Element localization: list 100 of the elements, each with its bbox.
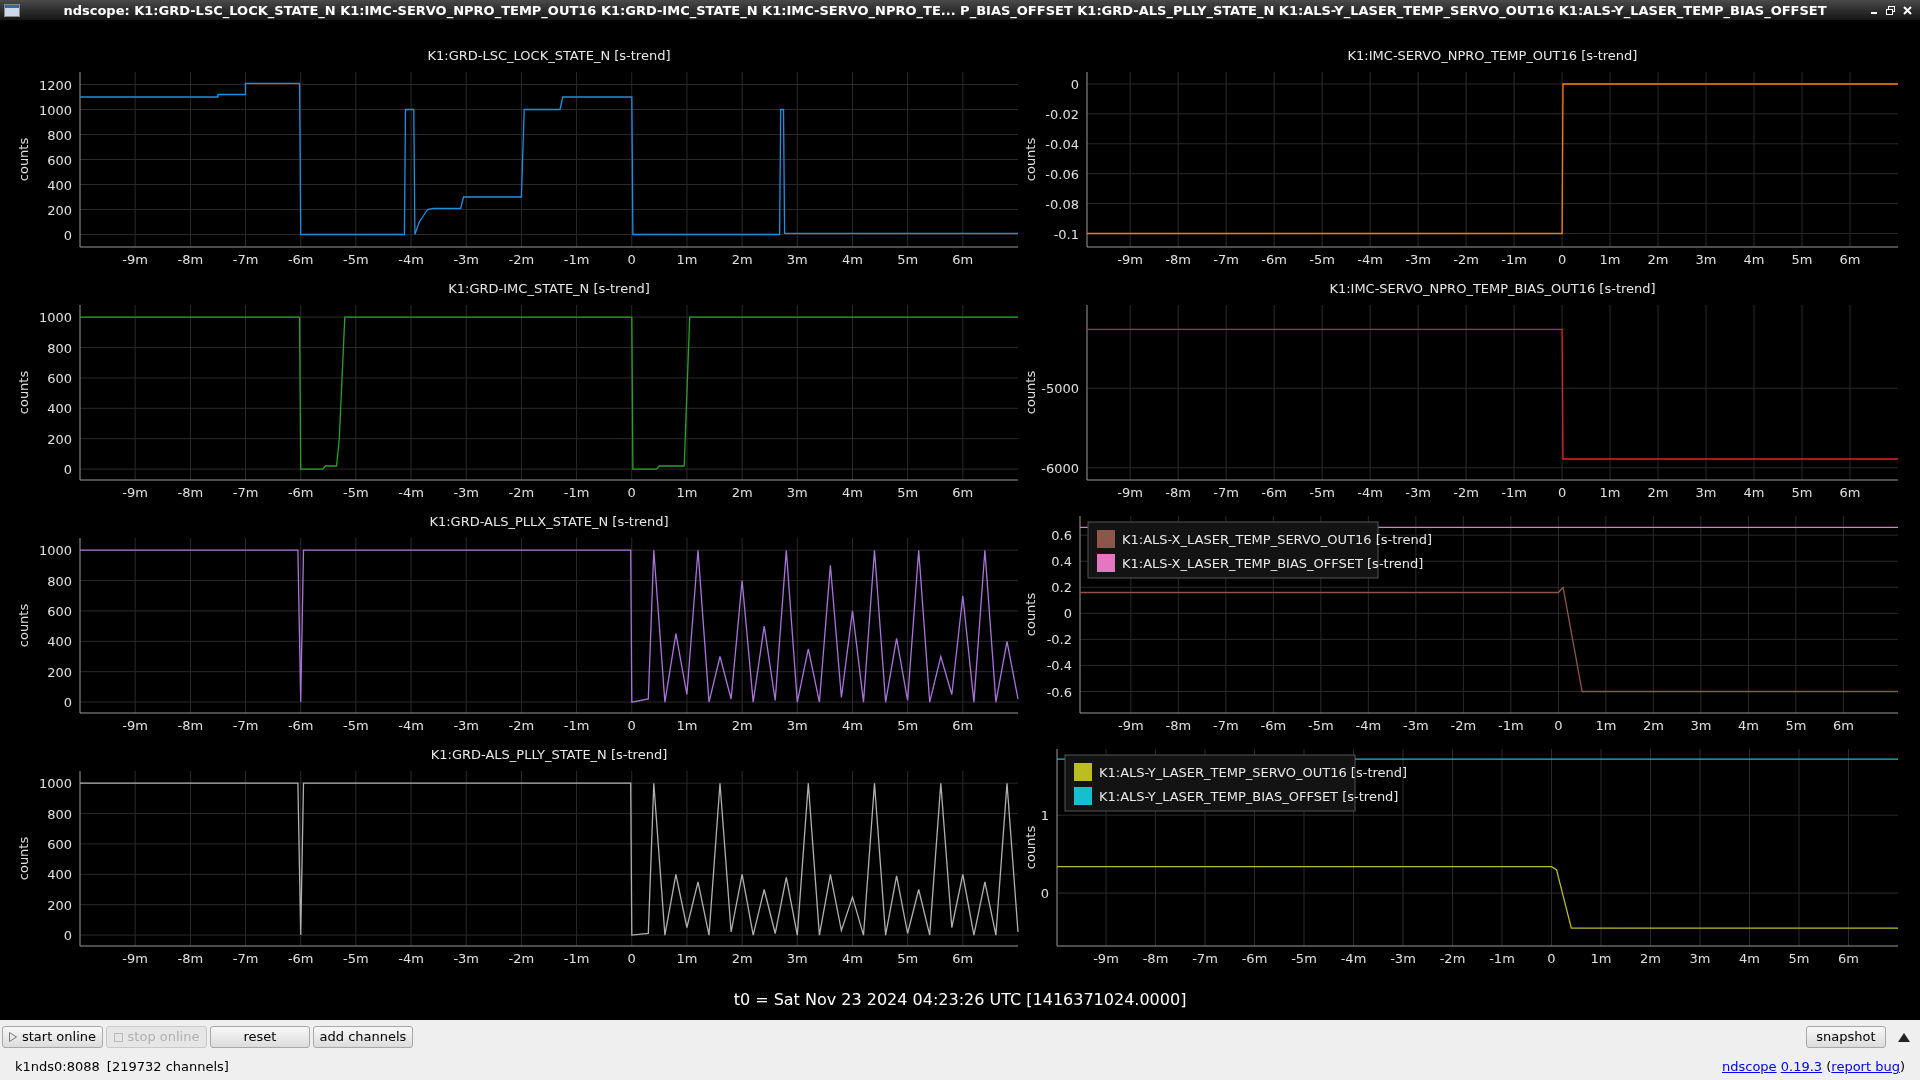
tick-label: -8m xyxy=(177,485,204,500)
server-label: k1nds0:8088 xyxy=(15,1058,100,1077)
stop-icon xyxy=(113,1032,123,1042)
tick-label: -5m xyxy=(343,485,369,500)
tick-label: -7m xyxy=(232,718,259,733)
tick-label: -3m xyxy=(1405,252,1431,267)
tick-label: 200 xyxy=(47,897,72,913)
tick-label: -2m xyxy=(1453,485,1479,500)
tick-label: 400 xyxy=(47,177,72,193)
tick-label: -0.6 xyxy=(1046,684,1072,700)
tick-label: 5m xyxy=(1788,951,1810,966)
tick-label: 6m xyxy=(952,485,974,500)
snapshot-button[interactable]: snapshot xyxy=(1806,1026,1886,1048)
tick-label: -5m xyxy=(1309,252,1335,267)
tick-label: -3m xyxy=(453,252,480,267)
tick-label: -2m xyxy=(508,718,535,733)
tick-label: 1000 xyxy=(38,776,72,792)
app-link[interactable]: ndscope xyxy=(1722,1059,1777,1075)
tick-label: 4m xyxy=(842,485,863,500)
tick-label: -8m xyxy=(177,252,204,267)
tick-label: 2m xyxy=(1647,485,1669,500)
tick-label: 2m xyxy=(731,718,753,733)
toolbar-button[interactable]: reset xyxy=(210,1026,310,1048)
axis-label: counts xyxy=(16,603,31,648)
play-icon xyxy=(8,1032,17,1042)
tick-label: -2m xyxy=(1453,252,1479,267)
restore-icon[interactable] xyxy=(1886,5,1895,15)
axis-label: counts xyxy=(16,836,31,881)
tick-label: 200 xyxy=(47,664,72,680)
tick-label: -9m xyxy=(1118,718,1144,733)
tick-label: -9m xyxy=(1117,252,1143,267)
version-link[interactable]: 0.19.3 xyxy=(1780,1059,1823,1075)
tick-label: 4m xyxy=(1737,718,1759,733)
legend-label: K1:ALS-X_LASER_TEMP_SERVO_OUT16 [s-trend] xyxy=(1122,532,1432,547)
tick-label: 1m xyxy=(676,252,698,267)
tick-label: -7m xyxy=(1213,485,1239,500)
tick-label: -8m xyxy=(1165,718,1192,733)
chart-title: K1:IMC-SERVO_NPRO_TEMP_OUT16 [s-trend] xyxy=(1347,48,1638,63)
axis-label: counts xyxy=(16,137,31,182)
tick-label: 5m xyxy=(897,252,919,267)
chart-title: K1:IMC-SERVO_NPRO_TEMP_BIAS_OUT16 [s-trend] xyxy=(1329,281,1656,296)
tick-label: 0.6 xyxy=(1051,528,1072,544)
tick-label: -6m xyxy=(1261,485,1287,500)
legend-label: K1:ALS-Y_LASER_TEMP_SERVO_OUT16 [s-trend] xyxy=(1099,765,1408,780)
tick-label: -0.4 xyxy=(1046,658,1072,674)
tick-label: -9m xyxy=(122,718,148,733)
tick-label: -5m xyxy=(1291,951,1317,966)
tick-label: 6m xyxy=(1839,485,1861,500)
tick-label: 0 xyxy=(627,718,636,733)
tick-label: -3m xyxy=(1390,951,1416,966)
tick-label: -4m xyxy=(398,252,424,267)
tick-label: 4m xyxy=(842,252,863,267)
tick-label: 600 xyxy=(47,152,72,168)
tick-label: 3m xyxy=(786,951,808,966)
tick-label: -0.06 xyxy=(1045,166,1079,182)
window-icon[interactable] xyxy=(4,3,20,17)
tick-label: -9m xyxy=(1117,485,1143,500)
toolbar-button[interactable]: add channels xyxy=(313,1026,413,1048)
tick-label: 200 xyxy=(47,431,72,447)
tick-label: -0.2 xyxy=(1046,632,1072,648)
tick-label: 6m xyxy=(1832,718,1854,733)
axis-label: counts xyxy=(1023,370,1038,415)
up-triangle-icon[interactable] xyxy=(1898,1032,1910,1042)
tick-label: -1m xyxy=(1501,485,1527,500)
tick-label: -5000 xyxy=(1041,381,1079,397)
tick-label: -8m xyxy=(177,951,204,966)
tick-label: -5m xyxy=(343,951,369,966)
tick-label: -7m xyxy=(232,951,259,966)
axis-label: counts xyxy=(1023,592,1038,637)
channel-count: [219732 channels] xyxy=(106,1058,229,1077)
tick-label: 600 xyxy=(47,603,72,619)
tick-label: 5m xyxy=(1791,252,1813,267)
tick-label: 4m xyxy=(1743,485,1765,500)
report-bug-link[interactable]: report bug xyxy=(1831,1059,1900,1075)
tick-label: 600 xyxy=(47,370,72,386)
tick-label: 2m xyxy=(731,951,753,966)
tick-label: 6m xyxy=(952,252,974,267)
chart-title: K1:GRD-ALS_PLLX_STATE_N [s-trend] xyxy=(429,514,669,529)
tick-label: -7m xyxy=(232,485,259,500)
toolbar-button[interactable]: start online xyxy=(2,1026,103,1048)
tick-label: 1000 xyxy=(38,543,72,559)
tick-label: 2m xyxy=(1642,718,1664,733)
axis-label: counts xyxy=(16,370,31,415)
tick-label: -1m xyxy=(563,252,590,267)
tick-label: -6m xyxy=(287,252,314,267)
tick-label: 400 xyxy=(47,401,72,417)
tick-label: 1m xyxy=(676,718,698,733)
close-icon[interactable] xyxy=(1903,5,1912,15)
tick-label: 2m xyxy=(1647,252,1669,267)
tick-label: 4m xyxy=(842,718,863,733)
tick-label: -9m xyxy=(122,252,148,267)
tick-label: -6m xyxy=(287,485,314,500)
tick-label: -1m xyxy=(563,485,590,500)
tick-label: -4m xyxy=(398,485,424,500)
tick-label: -3m xyxy=(453,951,480,966)
tick-label: 1000 xyxy=(38,102,72,118)
tick-label: -4m xyxy=(1357,485,1383,500)
tick-label: -4m xyxy=(1340,951,1367,966)
tick-label: 3m xyxy=(786,485,808,500)
tick-label: -8m xyxy=(177,718,204,733)
